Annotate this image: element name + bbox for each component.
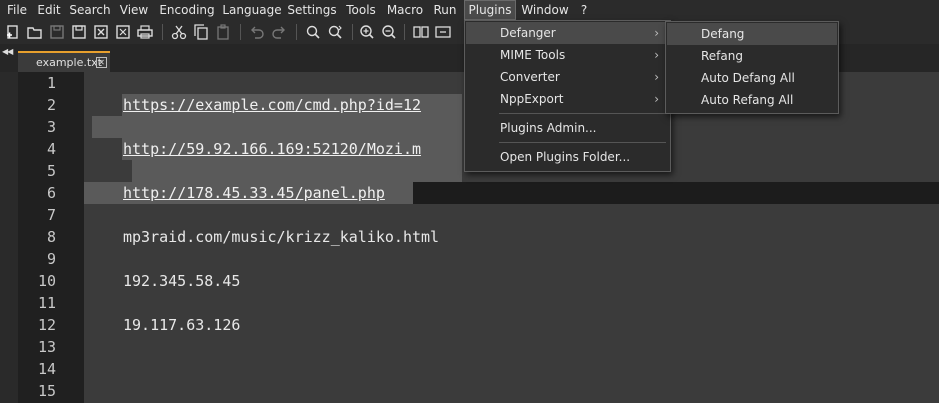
menu-item-refang[interactable]: Refang bbox=[667, 45, 837, 67]
paste-icon[interactable] bbox=[214, 23, 232, 41]
menu-item-defang[interactable]: Defang bbox=[667, 23, 837, 45]
menu-item-auto-defang-all[interactable]: Auto Defang All bbox=[667, 67, 837, 89]
line-number: 1 bbox=[46, 74, 56, 92]
code-line[interactable]: http://178.45.33.45/panel.php bbox=[123, 182, 385, 204]
print-icon[interactable] bbox=[136, 23, 154, 41]
menu-settings[interactable]: Settings bbox=[286, 0, 338, 20]
menu-bar: File Edit Search View Encoding Language … bbox=[0, 0, 939, 20]
menu-macro[interactable]: Macro bbox=[384, 0, 426, 20]
line-number: 6 bbox=[46, 184, 56, 202]
close-all-icon[interactable] bbox=[114, 23, 132, 41]
line-number: 12 bbox=[37, 316, 56, 334]
toolbar-separator bbox=[404, 24, 405, 40]
find-icon[interactable] bbox=[304, 23, 322, 41]
submenu-arrow-icon: › bbox=[654, 92, 659, 106]
menu-view[interactable]: View bbox=[116, 0, 152, 20]
line-number: 4 bbox=[46, 140, 56, 158]
menu-item-open-plugins-folder[interactable]: Open Plugins Folder... bbox=[466, 146, 669, 168]
code-line[interactable]: http://59.92.166.169:52120/Mozi.m bbox=[123, 138, 421, 160]
menu-item-label: Auto Refang All bbox=[701, 93, 794, 107]
replace-icon[interactable] bbox=[326, 23, 344, 41]
line-number: 14 bbox=[37, 360, 56, 378]
toolbar-separator bbox=[162, 24, 163, 40]
line-number: 13 bbox=[37, 338, 56, 356]
sync-scroll-icon[interactable] bbox=[412, 23, 430, 41]
line-number: 3 bbox=[46, 118, 56, 136]
zoom-out-icon[interactable] bbox=[380, 23, 398, 41]
menu-item-nppexport[interactable]: NppExport › bbox=[466, 88, 669, 110]
new-file-icon[interactable] bbox=[4, 23, 22, 41]
defanger-submenu: Defang Refang Auto Defang All Auto Refan… bbox=[665, 21, 839, 114]
save-icon[interactable] bbox=[48, 23, 66, 41]
undo-icon[interactable] bbox=[248, 23, 266, 41]
menu-language[interactable]: Language bbox=[222, 0, 282, 20]
menu-item-label: Auto Defang All bbox=[701, 71, 795, 85]
menu-edit[interactable]: Edit bbox=[34, 0, 64, 20]
menu-item-mime-tools[interactable]: MIME Tools › bbox=[466, 44, 669, 66]
line-number: 11 bbox=[37, 294, 56, 312]
menu-search[interactable]: Search bbox=[68, 0, 112, 20]
menu-item-auto-refang-all[interactable]: Auto Refang All bbox=[667, 89, 837, 111]
menu-divider bbox=[499, 113, 666, 114]
tab-close-icon[interactable]: ✕ bbox=[96, 57, 107, 68]
menu-encoding[interactable]: Encoding bbox=[156, 0, 218, 20]
line-number: 10 bbox=[37, 272, 56, 290]
menu-item-label: Converter bbox=[500, 70, 560, 84]
toolbar-separator bbox=[296, 24, 297, 40]
open-folder-icon[interactable] bbox=[26, 23, 44, 41]
menu-item-converter[interactable]: Converter › bbox=[466, 66, 669, 88]
submenu-arrow-icon: › bbox=[654, 48, 659, 62]
code-line: 19.117.63.126 bbox=[123, 316, 241, 334]
save-all-icon[interactable] bbox=[70, 23, 88, 41]
menu-item-label: MIME Tools bbox=[500, 48, 566, 62]
line-number: 2 bbox=[46, 96, 56, 114]
cut-icon[interactable] bbox=[170, 23, 188, 41]
menu-divider bbox=[499, 142, 666, 143]
toolbar-separator bbox=[240, 24, 241, 40]
redo-icon[interactable] bbox=[270, 23, 288, 41]
line-number: 5 bbox=[46, 162, 56, 180]
menu-item-label: Defang bbox=[701, 27, 745, 41]
menu-item-label: Plugins Admin... bbox=[500, 121, 597, 135]
menu-file[interactable]: File bbox=[4, 0, 30, 20]
submenu-arrow-icon: › bbox=[654, 70, 659, 84]
toolbar-separator bbox=[352, 24, 353, 40]
menu-tools[interactable]: Tools bbox=[342, 0, 380, 20]
line-number-gutter: 1 2 3 4 5 6 7 8 9 10 11 12 13 14 15 bbox=[18, 72, 84, 403]
code-line: mp3raid.com/music/krizz_kaliko.html bbox=[123, 228, 440, 246]
line-number: 15 bbox=[37, 382, 56, 400]
menu-help[interactable]: ? bbox=[576, 0, 592, 20]
menu-item-label: NppExport bbox=[500, 92, 564, 106]
menu-window[interactable]: Window bbox=[520, 0, 570, 20]
menu-run[interactable]: Run bbox=[430, 0, 460, 20]
current-line-highlight bbox=[413, 182, 939, 204]
line-number: 8 bbox=[46, 228, 56, 246]
line-number: 7 bbox=[46, 206, 56, 224]
word-wrap-icon[interactable] bbox=[434, 23, 452, 41]
selection-highlight bbox=[132, 160, 462, 182]
tab-example-txt[interactable]: example.txt ✕ bbox=[18, 51, 110, 72]
menu-item-plugins-admin[interactable]: Plugins Admin... bbox=[466, 117, 669, 139]
menu-item-label: Open Plugins Folder... bbox=[500, 150, 631, 164]
tab-label: example.txt bbox=[36, 56, 102, 69]
fold-margin bbox=[0, 72, 18, 403]
selection-highlight bbox=[92, 116, 462, 138]
tab-scroll-arrows-icon[interactable]: ◀◀ bbox=[2, 47, 13, 56]
line-number: 9 bbox=[46, 250, 56, 268]
code-line[interactable]: https://example.com/cmd.php?id=12 bbox=[123, 94, 421, 116]
menu-item-label: Refang bbox=[701, 49, 743, 63]
menu-item-defanger[interactable]: Defanger › bbox=[466, 22, 669, 44]
code-line: 192.345.58.45 bbox=[123, 272, 241, 290]
zoom-in-icon[interactable] bbox=[358, 23, 376, 41]
close-icon[interactable] bbox=[92, 23, 110, 41]
menu-plugins[interactable]: Plugins bbox=[464, 0, 516, 20]
copy-icon[interactable] bbox=[192, 23, 210, 41]
menu-item-label: Defanger bbox=[500, 26, 556, 40]
submenu-arrow-icon: › bbox=[654, 26, 659, 40]
plugins-dropdown-menu: Defanger › MIME Tools › Converter › NppE… bbox=[464, 20, 671, 172]
